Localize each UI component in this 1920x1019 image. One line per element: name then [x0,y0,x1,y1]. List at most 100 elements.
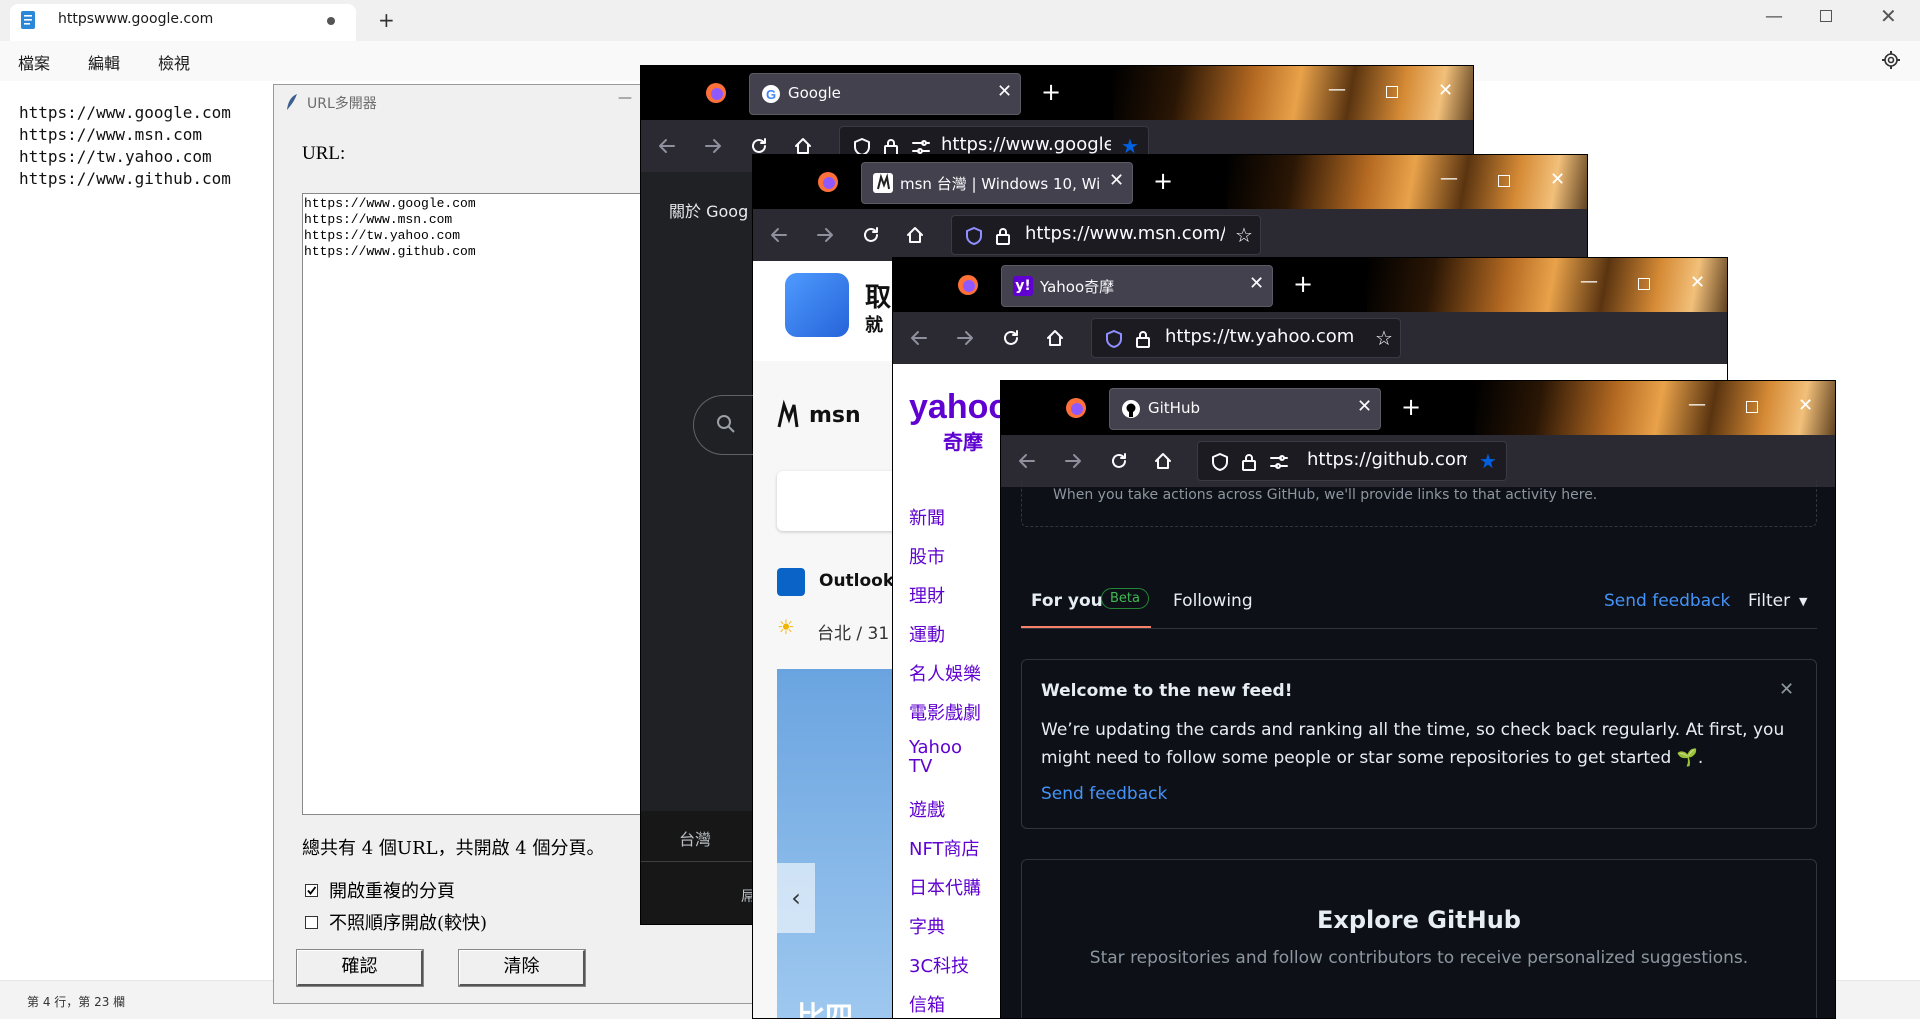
nav-stocks[interactable]: 股市 [909,543,945,569]
yahoo-logo[interactable]: yahoo [909,388,1009,427]
restore-button[interactable] [1820,10,1832,22]
welcome-feedback-link[interactable]: Send feedback [1041,784,1167,804]
nav-finance[interactable]: 理財 [909,582,945,608]
nav-movies[interactable]: 電影戲劇 [909,699,981,725]
new-tab-button[interactable]: + [378,8,395,32]
notepad-text-area[interactable]: https://www.google.com https://www.msn.c… [19,102,231,190]
back-icon[interactable] [769,225,789,245]
menu-file[interactable]: 檔案 [18,50,50,74]
footer-country: 台灣 [679,830,712,849]
nav-tech[interactable]: 3C科技 [909,952,969,978]
reload-icon[interactable] [1001,328,1021,348]
about-google-link[interactable]: 關於 Goog [669,198,748,222]
minimize-button[interactable]: — [1688,394,1706,415]
back-icon[interactable] [657,136,677,156]
maximize-button[interactable] [1746,401,1758,413]
outlook-icon[interactable] [777,568,805,596]
nav-games[interactable]: 遊戲 [909,796,945,822]
forward-icon[interactable] [1063,451,1083,471]
back-icon[interactable] [1017,451,1037,471]
forward-icon[interactable] [955,328,975,348]
close-button[interactable]: ✕ [1880,4,1897,28]
url-text: https://www.msn.com/z [1025,223,1225,244]
reload-icon[interactable] [861,225,881,245]
weather-text[interactable]: 台北 / 31 [817,619,889,644]
tab-close-icon[interactable]: ✕ [1109,170,1124,191]
tab-title: Yahoo奇摩 [1040,278,1115,296]
menu-view[interactable]: 檢視 [158,50,190,74]
bookmark-star-icon[interactable]: ★ [1479,449,1497,473]
tab-close-icon[interactable]: ✕ [1249,273,1264,294]
forward-icon[interactable] [703,136,723,156]
close-button[interactable]: ✕ [1438,80,1453,101]
bookmark-star-icon[interactable]: ☆ [1375,326,1393,350]
bookmark-star-icon[interactable]: ☆ [1235,223,1253,247]
yahoo-favicon-icon: y! [1013,276,1033,296]
minimize-button[interactable]: — [1765,6,1783,27]
confirm-button[interactable]: 確認 [296,949,424,987]
new-tab-button[interactable]: + [1041,78,1061,106]
nav-news[interactable]: 新聞 [909,504,945,530]
beta-badge: Beta [1101,588,1149,609]
minimize-button[interactable]: — [1580,271,1598,292]
url-textbox-content: https://www.google.com https://www.msn.c… [304,196,476,259]
reload-icon[interactable] [749,136,769,156]
permissions-icon[interactable] [1269,453,1289,471]
nav-dictionary[interactable]: 字典 [909,913,945,939]
unsaved-dot-icon[interactable] [327,17,335,25]
github-favicon-icon [1121,399,1141,419]
shield-icon[interactable] [1105,329,1123,349]
home-icon[interactable] [1153,451,1173,471]
home-icon[interactable] [905,225,925,245]
welcome-close-icon[interactable]: ✕ [1779,679,1794,700]
maximize-button[interactable] [1386,86,1398,98]
shield-icon[interactable] [965,226,983,246]
new-tab-button[interactable]: + [1401,393,1421,421]
maximize-button[interactable] [1638,278,1650,290]
lock-icon[interactable] [995,226,1011,246]
tab-title: msn 台灣 | Windows 10, Wind [900,175,1100,193]
home-icon[interactable] [1045,328,1065,348]
send-feedback-link[interactable]: Send feedback [1604,591,1730,611]
nav-celebrity[interactable]: 名人娛樂 [909,660,981,686]
clear-button[interactable]: 清除 [458,949,586,987]
msn-favicon-icon [873,173,893,193]
dialog-minimize-button[interactable]: — [618,90,632,106]
url-text: https://www.google [941,134,1111,155]
carousel-prev-button[interactable]: ‹ [777,863,815,933]
settings-gear-icon[interactable] [1881,50,1901,70]
tab-for-you[interactable]: For you [1031,591,1103,611]
shield-icon[interactable] [1211,452,1229,472]
explore-card [1021,859,1817,1018]
close-button[interactable]: ✕ [1550,169,1565,190]
firefox-logo-icon [957,274,979,296]
nav-japan-shopping[interactable]: 日本代購 [909,874,981,900]
tab-close-icon[interactable]: ✕ [997,81,1012,102]
new-tab-button[interactable]: + [1293,270,1313,298]
tab-close-icon[interactable]: ✕ [1357,396,1372,417]
maximize-button[interactable] [1498,175,1510,187]
tab-following[interactable]: Following [1173,591,1253,611]
close-button[interactable]: ✕ [1690,272,1705,293]
menu-edit[interactable]: 編輯 [88,50,120,74]
back-icon[interactable] [909,328,929,348]
close-button[interactable]: ✕ [1798,395,1813,416]
nav-yahoo-tv[interactable]: Yahoo TV [909,738,969,776]
lock-icon[interactable] [1241,452,1257,472]
nav-nft[interactable]: NFT商店 [909,835,980,861]
new-tab-button[interactable]: + [1153,167,1173,195]
caret-down-icon[interactable]: ▼ [1799,595,1807,608]
filter-dropdown[interactable]: Filter [1748,591,1790,611]
nav-sports[interactable]: 運動 [909,621,945,647]
reload-icon[interactable] [1109,451,1129,471]
msn-brand[interactable]: msn [809,403,861,428]
google-favicon-icon: G [761,84,781,104]
home-icon[interactable] [793,136,813,156]
minimize-button[interactable]: — [1328,79,1346,100]
minimize-button[interactable]: — [1440,168,1458,189]
lock-icon[interactable] [1135,329,1151,349]
forward-icon[interactable] [815,225,835,245]
unordered-checkbox[interactable] [305,916,318,929]
open-duplicates-checkbox[interactable] [305,884,318,897]
nav-mail[interactable]: 信箱 [909,991,945,1017]
